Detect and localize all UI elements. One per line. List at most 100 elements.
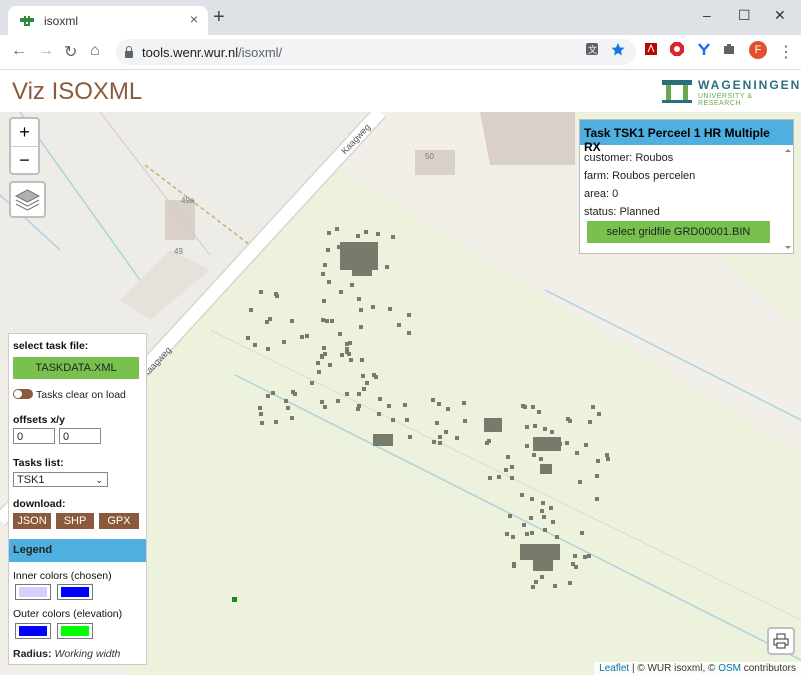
profile-avatar[interactable]: F — [749, 41, 767, 59]
grid-cell — [580, 531, 584, 535]
tab-close-icon[interactable]: × — [190, 11, 198, 27]
leaflet-link[interactable]: Leaflet — [599, 663, 629, 674]
grid-cell — [537, 410, 541, 414]
grid-cell — [549, 506, 553, 510]
grid-cell — [491, 418, 495, 422]
lock-icon[interactable] — [125, 45, 133, 58]
grid-cell — [348, 341, 352, 345]
grid-cell — [361, 374, 365, 378]
inner-color-swatch-2[interactable] — [57, 584, 93, 600]
grid-cell — [405, 418, 409, 422]
grid-cell — [523, 405, 527, 409]
grid-cell — [587, 554, 591, 558]
download-json-button[interactable]: JSON — [13, 513, 51, 529]
grid-cell — [407, 313, 411, 317]
grid-cell — [553, 584, 557, 588]
menu-kebab-icon[interactable]: ⋮ — [778, 42, 794, 62]
new-tab-button[interactable]: + — [213, 7, 225, 27]
grid-cell — [438, 441, 442, 445]
radius-label: Radius: — [13, 648, 52, 660]
zoom-in-button[interactable]: + — [11, 119, 38, 147]
grid-cell — [266, 347, 270, 351]
outer-colors-label: Outer colors (elevation) — [13, 608, 123, 620]
grid-cell — [337, 245, 341, 249]
maximize-button[interactable]: ☐ — [738, 7, 751, 24]
print-button[interactable] — [767, 627, 795, 655]
outer-color-swatch-2[interactable] — [57, 623, 93, 639]
grid-cell — [364, 230, 368, 234]
tasks-list-label: Tasks list: — [13, 457, 64, 469]
grid-cell — [385, 265, 389, 269]
address-bar[interactable]: tools.wenr.wur.nl/isoxml/ — [116, 39, 636, 65]
grid-cell — [388, 307, 392, 311]
grid-cell — [360, 358, 364, 362]
grid-cell — [574, 565, 578, 569]
grid-cell — [260, 421, 264, 425]
offset-y-input[interactable]: 0 — [59, 428, 101, 444]
adblock-extension-icon[interactable] — [670, 42, 684, 56]
tab-title: isoxml — [44, 13, 79, 28]
grid-cell — [326, 248, 330, 252]
tasks-select-value: TSK1 — [17, 474, 45, 486]
grid-cell — [391, 418, 395, 422]
grid-cell — [591, 405, 595, 409]
puzzle-icon[interactable] — [722, 42, 736, 56]
grid-cell — [525, 425, 529, 429]
close-window-button[interactable]: ✕ — [774, 7, 786, 24]
grid-cell — [407, 331, 411, 335]
grid-cell — [551, 520, 555, 524]
back-icon[interactable]: ← — [11, 42, 27, 60]
grid-cell — [274, 420, 278, 424]
reload-icon[interactable]: ↻ — [64, 42, 77, 62]
grid-cell — [532, 453, 536, 457]
pdf-extension-icon[interactable] — [644, 42, 658, 56]
grid-cell — [547, 547, 551, 551]
grid-cell — [575, 451, 579, 455]
grid-cell — [345, 256, 349, 260]
download-gpx-button[interactable]: GPX — [99, 513, 139, 529]
osm-link[interactable]: OSM — [718, 663, 741, 674]
grid-cell — [596, 459, 600, 463]
grid-cell — [305, 334, 309, 338]
control-panel: select task file: TASKDATA.XML Tasks cle… — [8, 333, 147, 665]
layers-button[interactable] — [9, 181, 46, 218]
y-extension-icon[interactable] — [697, 42, 711, 56]
grid-cell — [525, 532, 529, 536]
outer-color-swatch-1[interactable] — [15, 623, 51, 639]
grid-cell — [325, 319, 329, 323]
offset-x-input[interactable]: 0 — [13, 428, 55, 444]
home-icon[interactable]: ⌂ — [90, 42, 100, 60]
taskdata-button[interactable]: TASKDATA.XML — [13, 357, 139, 379]
grid-cell — [505, 532, 509, 536]
grid-cell — [330, 319, 334, 323]
browser-tab[interactable]: isoxml × — [8, 6, 208, 35]
grid-cell — [485, 441, 489, 445]
grid-cell — [350, 283, 354, 287]
grid-cell — [284, 399, 288, 403]
minimize-button[interactable]: – — [703, 7, 711, 23]
download-shp-button[interactable]: SHP — [56, 513, 94, 529]
grid-cell — [322, 346, 326, 350]
translate-icon[interactable]: 文 — [585, 42, 599, 56]
layers-icon — [14, 189, 41, 211]
grid-cell — [488, 476, 492, 480]
star-icon[interactable] — [611, 42, 625, 56]
grid-cell — [361, 271, 365, 275]
select-gridfile-button[interactable]: select gridfile GRD00001.BIN — [587, 221, 770, 243]
grid-cell — [347, 352, 351, 356]
tasks-clear-toggle[interactable] — [13, 389, 33, 399]
grid-cell — [533, 424, 537, 428]
grid-cell — [387, 404, 391, 408]
panel-scrollbar[interactable] — [784, 148, 792, 251]
inner-color-swatch-1[interactable] — [15, 584, 51, 600]
print-icon — [773, 633, 789, 649]
favicon-icon — [20, 15, 34, 26]
grid-cell — [253, 343, 257, 347]
grid-cell — [271, 391, 275, 395]
forward-icon[interactable]: → — [38, 42, 54, 60]
tasks-select[interactable]: TSK1 ⌄ — [13, 472, 108, 487]
task-farm: farm: Roubos percelen — [584, 170, 696, 182]
grid-cell — [268, 317, 272, 321]
zoom-out-button[interactable]: − — [11, 147, 38, 174]
grid-cell — [511, 535, 515, 539]
